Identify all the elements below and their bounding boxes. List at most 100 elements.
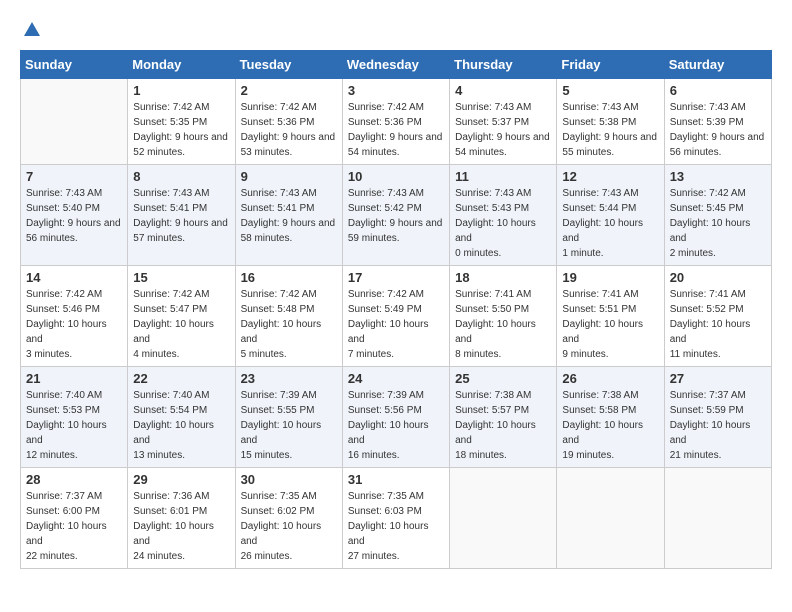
day-number: 28	[26, 472, 122, 487]
day-number: 30	[241, 472, 337, 487]
day-info: Sunrise: 7:42 AMSunset: 5:36 PMDaylight:…	[348, 100, 444, 160]
day-info: Sunrise: 7:36 AMSunset: 6:01 PMDaylight:…	[133, 489, 229, 564]
day-number: 14	[26, 270, 122, 285]
day-info: Sunrise: 7:42 AMSunset: 5:49 PMDaylight:…	[348, 287, 444, 362]
day-number: 13	[670, 169, 766, 184]
day-number: 4	[455, 83, 551, 98]
calendar-cell: 6 Sunrise: 7:43 AMSunset: 5:39 PMDaylight…	[664, 79, 771, 165]
logo	[20, 20, 42, 40]
day-number: 2	[241, 83, 337, 98]
day-info: Sunrise: 7:43 AMSunset: 5:41 PMDaylight:…	[133, 186, 229, 246]
day-number: 15	[133, 270, 229, 285]
day-number: 16	[241, 270, 337, 285]
week-row-2: 7 Sunrise: 7:43 AMSunset: 5:40 PMDaylight…	[21, 165, 772, 266]
day-number: 25	[455, 371, 551, 386]
day-number: 20	[670, 270, 766, 285]
week-row-3: 14 Sunrise: 7:42 AMSunset: 5:46 PMDayligh…	[21, 266, 772, 367]
calendar-cell: 7 Sunrise: 7:43 AMSunset: 5:40 PMDaylight…	[21, 165, 128, 266]
calendar-cell: 2 Sunrise: 7:42 AMSunset: 5:36 PMDaylight…	[235, 79, 342, 165]
calendar-cell: 19 Sunrise: 7:41 AMSunset: 5:51 PMDayligh…	[557, 266, 664, 367]
day-number: 18	[455, 270, 551, 285]
day-number: 10	[348, 169, 444, 184]
day-info: Sunrise: 7:43 AMSunset: 5:43 PMDaylight:…	[455, 186, 551, 261]
calendar-cell: 23 Sunrise: 7:39 AMSunset: 5:55 PMDayligh…	[235, 367, 342, 468]
day-info: Sunrise: 7:39 AMSunset: 5:56 PMDaylight:…	[348, 388, 444, 463]
day-info: Sunrise: 7:43 AMSunset: 5:37 PMDaylight:…	[455, 100, 551, 160]
day-number: 21	[26, 371, 122, 386]
column-header-sunday: Sunday	[21, 51, 128, 79]
calendar-cell: 31Sunrise: 7:35 AMSunset: 6:03 PMDayligh…	[342, 468, 449, 569]
calendar-cell: 8 Sunrise: 7:43 AMSunset: 5:41 PMDaylight…	[128, 165, 235, 266]
day-info: Sunrise: 7:40 AMSunset: 5:54 PMDaylight:…	[133, 388, 229, 463]
column-header-wednesday: Wednesday	[342, 51, 449, 79]
day-number: 1	[133, 83, 229, 98]
calendar-cell: 25 Sunrise: 7:38 AMSunset: 5:57 PMDayligh…	[450, 367, 557, 468]
day-info: Sunrise: 7:42 AMSunset: 5:45 PMDaylight:…	[670, 186, 766, 261]
day-number: 27	[670, 371, 766, 386]
day-number: 11	[455, 169, 551, 184]
day-number: 24	[348, 371, 444, 386]
calendar-cell: 15 Sunrise: 7:42 AMSunset: 5:47 PMDayligh…	[128, 266, 235, 367]
day-number: 9	[241, 169, 337, 184]
calendar-cell: 9Sunrise: 7:43 AMSunset: 5:41 PMDaylight…	[235, 165, 342, 266]
day-number: 12	[562, 169, 658, 184]
logo-icon	[22, 20, 42, 40]
calendar-cell: 22Sunrise: 7:40 AMSunset: 5:54 PMDayligh…	[128, 367, 235, 468]
calendar-cell	[450, 468, 557, 569]
calendar-cell	[664, 468, 771, 569]
day-info: Sunrise: 7:43 AMSunset: 5:42 PMDaylight:…	[348, 186, 444, 246]
calendar-cell: 20 Sunrise: 7:41 AMSunset: 5:52 PMDayligh…	[664, 266, 771, 367]
calendar-cell: 27Sunrise: 7:37 AMSunset: 5:59 PMDayligh…	[664, 367, 771, 468]
day-number: 3	[348, 83, 444, 98]
day-info: Sunrise: 7:40 AMSunset: 5:53 PMDaylight:…	[26, 388, 122, 463]
week-row-5: 28Sunrise: 7:37 AMSunset: 6:00 PMDayligh…	[21, 468, 772, 569]
day-info: Sunrise: 7:38 AMSunset: 5:57 PMDaylight:…	[455, 388, 551, 463]
day-number: 5	[562, 83, 658, 98]
day-number: 26	[562, 371, 658, 386]
calendar-cell: 4 Sunrise: 7:43 AMSunset: 5:37 PMDaylight…	[450, 79, 557, 165]
day-info: Sunrise: 7:41 AMSunset: 5:50 PMDaylight:…	[455, 287, 551, 362]
day-number: 17	[348, 270, 444, 285]
day-number: 8	[133, 169, 229, 184]
calendar-cell: 29 Sunrise: 7:36 AMSunset: 6:01 PMDayligh…	[128, 468, 235, 569]
calendar-cell: 26 Sunrise: 7:38 AMSunset: 5:58 PMDayligh…	[557, 367, 664, 468]
day-info: Sunrise: 7:38 AMSunset: 5:58 PMDaylight:…	[562, 388, 658, 463]
column-header-thursday: Thursday	[450, 51, 557, 79]
day-info: Sunrise: 7:35 AMSunset: 6:03 PMDaylight:…	[348, 489, 444, 564]
calendar-cell: 5 Sunrise: 7:43 AMSunset: 5:38 PMDaylight…	[557, 79, 664, 165]
day-info: Sunrise: 7:42 AMSunset: 5:35 PMDaylight:…	[133, 100, 229, 160]
calendar-cell	[21, 79, 128, 165]
calendar-cell: 17 Sunrise: 7:42 AMSunset: 5:49 PMDayligh…	[342, 266, 449, 367]
day-info: Sunrise: 7:43 AMSunset: 5:38 PMDaylight:…	[562, 100, 658, 160]
day-info: Sunrise: 7:43 AMSunset: 5:39 PMDaylight:…	[670, 100, 766, 160]
day-info: Sunrise: 7:39 AMSunset: 5:55 PMDaylight:…	[241, 388, 337, 463]
day-info: Sunrise: 7:42 AMSunset: 5:47 PMDaylight:…	[133, 287, 229, 362]
day-number: 19	[562, 270, 658, 285]
week-row-1: 1 Sunrise: 7:42 AMSunset: 5:35 PMDaylight…	[21, 79, 772, 165]
day-number: 23	[241, 371, 337, 386]
day-number: 29	[133, 472, 229, 487]
calendar-cell: 11 Sunrise: 7:43 AMSunset: 5:43 PMDayligh…	[450, 165, 557, 266]
calendar-cell: 24 Sunrise: 7:39 AMSunset: 5:56 PMDayligh…	[342, 367, 449, 468]
calendar-cell: 14 Sunrise: 7:42 AMSunset: 5:46 PMDayligh…	[21, 266, 128, 367]
day-info: Sunrise: 7:43 AMSunset: 5:40 PMDaylight:…	[26, 186, 122, 246]
column-header-monday: Monday	[128, 51, 235, 79]
calendar-cell: 1 Sunrise: 7:42 AMSunset: 5:35 PMDaylight…	[128, 79, 235, 165]
calendar-cell: 28Sunrise: 7:37 AMSunset: 6:00 PMDayligh…	[21, 468, 128, 569]
calendar-cell: 18 Sunrise: 7:41 AMSunset: 5:50 PMDayligh…	[450, 266, 557, 367]
calendar-cell: 13 Sunrise: 7:42 AMSunset: 5:45 PMDayligh…	[664, 165, 771, 266]
calendar: SundayMondayTuesdayWednesdayThursdayFrid…	[20, 50, 772, 569]
calendar-cell: 21 Sunrise: 7:40 AMSunset: 5:53 PMDayligh…	[21, 367, 128, 468]
day-info: Sunrise: 7:41 AMSunset: 5:51 PMDaylight:…	[562, 287, 658, 362]
calendar-cell: 16Sunrise: 7:42 AMSunset: 5:48 PMDayligh…	[235, 266, 342, 367]
calendar-cell: 3 Sunrise: 7:42 AMSunset: 5:36 PMDaylight…	[342, 79, 449, 165]
day-number: 7	[26, 169, 122, 184]
calendar-header-row: SundayMondayTuesdayWednesdayThursdayFrid…	[21, 51, 772, 79]
day-info: Sunrise: 7:42 AMSunset: 5:36 PMDaylight:…	[241, 100, 337, 160]
calendar-cell: 10 Sunrise: 7:43 AMSunset: 5:42 PMDayligh…	[342, 165, 449, 266]
column-header-saturday: Saturday	[664, 51, 771, 79]
column-header-friday: Friday	[557, 51, 664, 79]
day-number: 6	[670, 83, 766, 98]
day-info: Sunrise: 7:42 AMSunset: 5:46 PMDaylight:…	[26, 287, 122, 362]
day-info: Sunrise: 7:41 AMSunset: 5:52 PMDaylight:…	[670, 287, 766, 362]
